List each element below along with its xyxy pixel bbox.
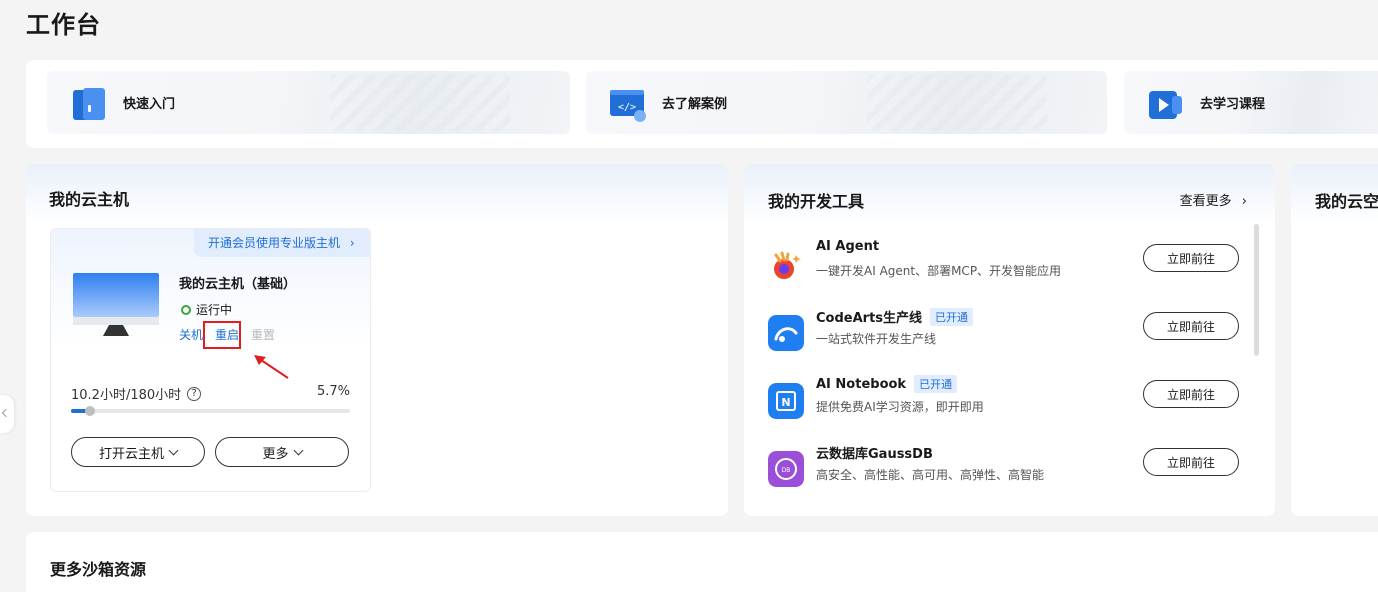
chevron-right-icon: › xyxy=(349,236,355,250)
play-video-icon xyxy=(1149,91,1182,119)
quick-link-cases[interactable]: </> 去了解案例 xyxy=(586,71,1107,134)
tool-name-text: 云数据库GaussDB xyxy=(816,447,933,462)
tool-description: 高安全、高性能、高可用、高弹性、高智能 xyxy=(816,468,1045,482)
usage-progress-knob xyxy=(85,406,95,416)
codearts-icon xyxy=(768,315,804,351)
status-badge: 已开通 xyxy=(914,375,958,393)
panel-header-background xyxy=(26,164,728,224)
door-icon xyxy=(73,88,105,120)
dev-tools-panel: 我的开发工具 查看更多 › AI Agent 一键开发AI Agent、部署MC… xyxy=(744,164,1275,516)
member-promo-link[interactable]: 开通会员使用专业版主机 › xyxy=(194,229,370,257)
svg-text:DB: DB xyxy=(782,467,791,474)
tool-name-text: AI Notebook xyxy=(816,376,907,392)
highlight-box xyxy=(203,321,241,349)
running-status-icon xyxy=(181,304,191,315)
more-resources-title: 更多沙箱资源 xyxy=(50,560,147,579)
tool-description: 一键开发AI Agent、部署MCP、开发智能应用 xyxy=(816,264,1062,278)
ai-agent-icon xyxy=(774,251,801,279)
tool-name-text: AI Agent xyxy=(816,239,880,254)
card-decoration xyxy=(867,75,1047,131)
quick-link-label: 去学习课程 xyxy=(1200,97,1266,112)
go-button[interactable]: 立即前往 xyxy=(1143,312,1239,340)
tool-name-text: CodeArts生产线 xyxy=(816,311,923,326)
help-icon[interactable]: ? xyxy=(187,386,202,401)
host-name: 我的云主机（基础） xyxy=(179,277,297,292)
chevron-down-icon xyxy=(293,445,303,456)
see-more-label: 查看更多 xyxy=(1179,194,1232,209)
more-button[interactable]: 更多 xyxy=(215,437,349,467)
notebook-icon: N xyxy=(768,383,804,419)
tool-name: 云数据库GaussDB xyxy=(816,443,933,462)
tool-row-ai-notebook: N AI Notebook 已开通 提供免费AI学习资源，即开即用 立即前往 xyxy=(768,375,1239,435)
cloud-space-section-title: 我的云空 xyxy=(1315,192,1378,211)
quick-link-getting-started[interactable]: 快速入门 xyxy=(47,71,570,134)
usage-info: 10.2小时/180小时 ? xyxy=(71,384,202,403)
tool-row-codearts: CodeArts生产线 已开通 一站式软件开发生产线 立即前往 xyxy=(768,307,1239,367)
usage-progress-bar xyxy=(71,406,350,416)
tool-description: 一站式软件开发生产线 xyxy=(816,332,937,346)
tool-description: 提供免费AI学习资源，即开即用 xyxy=(816,400,984,414)
chevron-right-icon: › xyxy=(1241,194,1247,209)
reset-link[interactable]: 重置 xyxy=(251,326,275,343)
shutdown-link[interactable]: 关机 xyxy=(179,326,203,343)
tool-row-gaussdb: DB 云数据库GaussDB 高安全、高性能、高可用、高弹性、高智能 立即前往 xyxy=(768,443,1239,503)
annotation-arrow-icon xyxy=(254,355,289,379)
scrollbar[interactable] xyxy=(1254,224,1259,356)
tool-name: AI Notebook 已开通 xyxy=(816,375,958,393)
promo-label: 开通会员使用专业版主机 xyxy=(208,236,341,250)
cloud-host-panel: 我的云主机 开通会员使用专业版主机 › 我的云主机（基础） 运行中 关机 重启 … xyxy=(26,164,728,516)
status-badge: 已开通 xyxy=(930,307,974,326)
open-host-label: 打开云主机 xyxy=(98,446,164,462)
tool-row-ai-agent: AI Agent 一键开发AI Agent、部署MCP、开发智能应用 立即前往 xyxy=(768,239,1239,299)
cloud-space-panel: 我的云空 xyxy=(1291,164,1378,516)
usage-text: 10.2小时/180小时 xyxy=(71,388,182,403)
go-button[interactable]: 立即前往 xyxy=(1143,244,1239,272)
svg-text:</>: </> xyxy=(618,102,636,113)
cloud-host-card: 开通会员使用专业版主机 › 我的云主机（基础） 运行中 关机 重启 重置 10.… xyxy=(50,228,371,492)
quick-link-label: 快速入门 xyxy=(123,97,176,112)
code-window-icon: </> xyxy=(610,90,646,122)
sidebar-collapse-handle[interactable] xyxy=(0,395,14,433)
cloud-host-section-title: 我的云主机 xyxy=(49,190,130,209)
open-host-button[interactable]: 打开云主机 xyxy=(71,437,205,467)
quick-link-courses[interactable]: 去学习课程 xyxy=(1124,71,1378,134)
card-decoration xyxy=(330,75,510,131)
see-more-link[interactable]: 查看更多 › xyxy=(1180,190,1247,209)
tool-name: CodeArts生产线 已开通 xyxy=(816,307,974,326)
gaussdb-icon: DB xyxy=(768,451,804,487)
host-status: 运行中 xyxy=(181,301,232,318)
usage-percent: 5.7% xyxy=(316,384,350,399)
tool-name: AI Agent xyxy=(816,239,879,254)
monitor-icon xyxy=(73,273,159,336)
quick-link-label: 去了解案例 xyxy=(662,97,728,112)
page-title: 工作台 xyxy=(26,11,101,39)
go-button[interactable]: 立即前往 xyxy=(1143,380,1239,408)
chevron-down-icon xyxy=(168,445,179,456)
dev-tools-section-title: 我的开发工具 xyxy=(768,192,865,211)
svg-text:N: N xyxy=(781,396,790,409)
go-button[interactable]: 立即前往 xyxy=(1143,448,1239,476)
more-resources-panel: 更多沙箱资源 xyxy=(26,532,1378,592)
quick-links-bar: 快速入门 </> 去了解案例 去学习课程 xyxy=(26,60,1378,148)
status-text: 运行中 xyxy=(196,303,233,317)
more-label: 更多 xyxy=(262,446,289,462)
